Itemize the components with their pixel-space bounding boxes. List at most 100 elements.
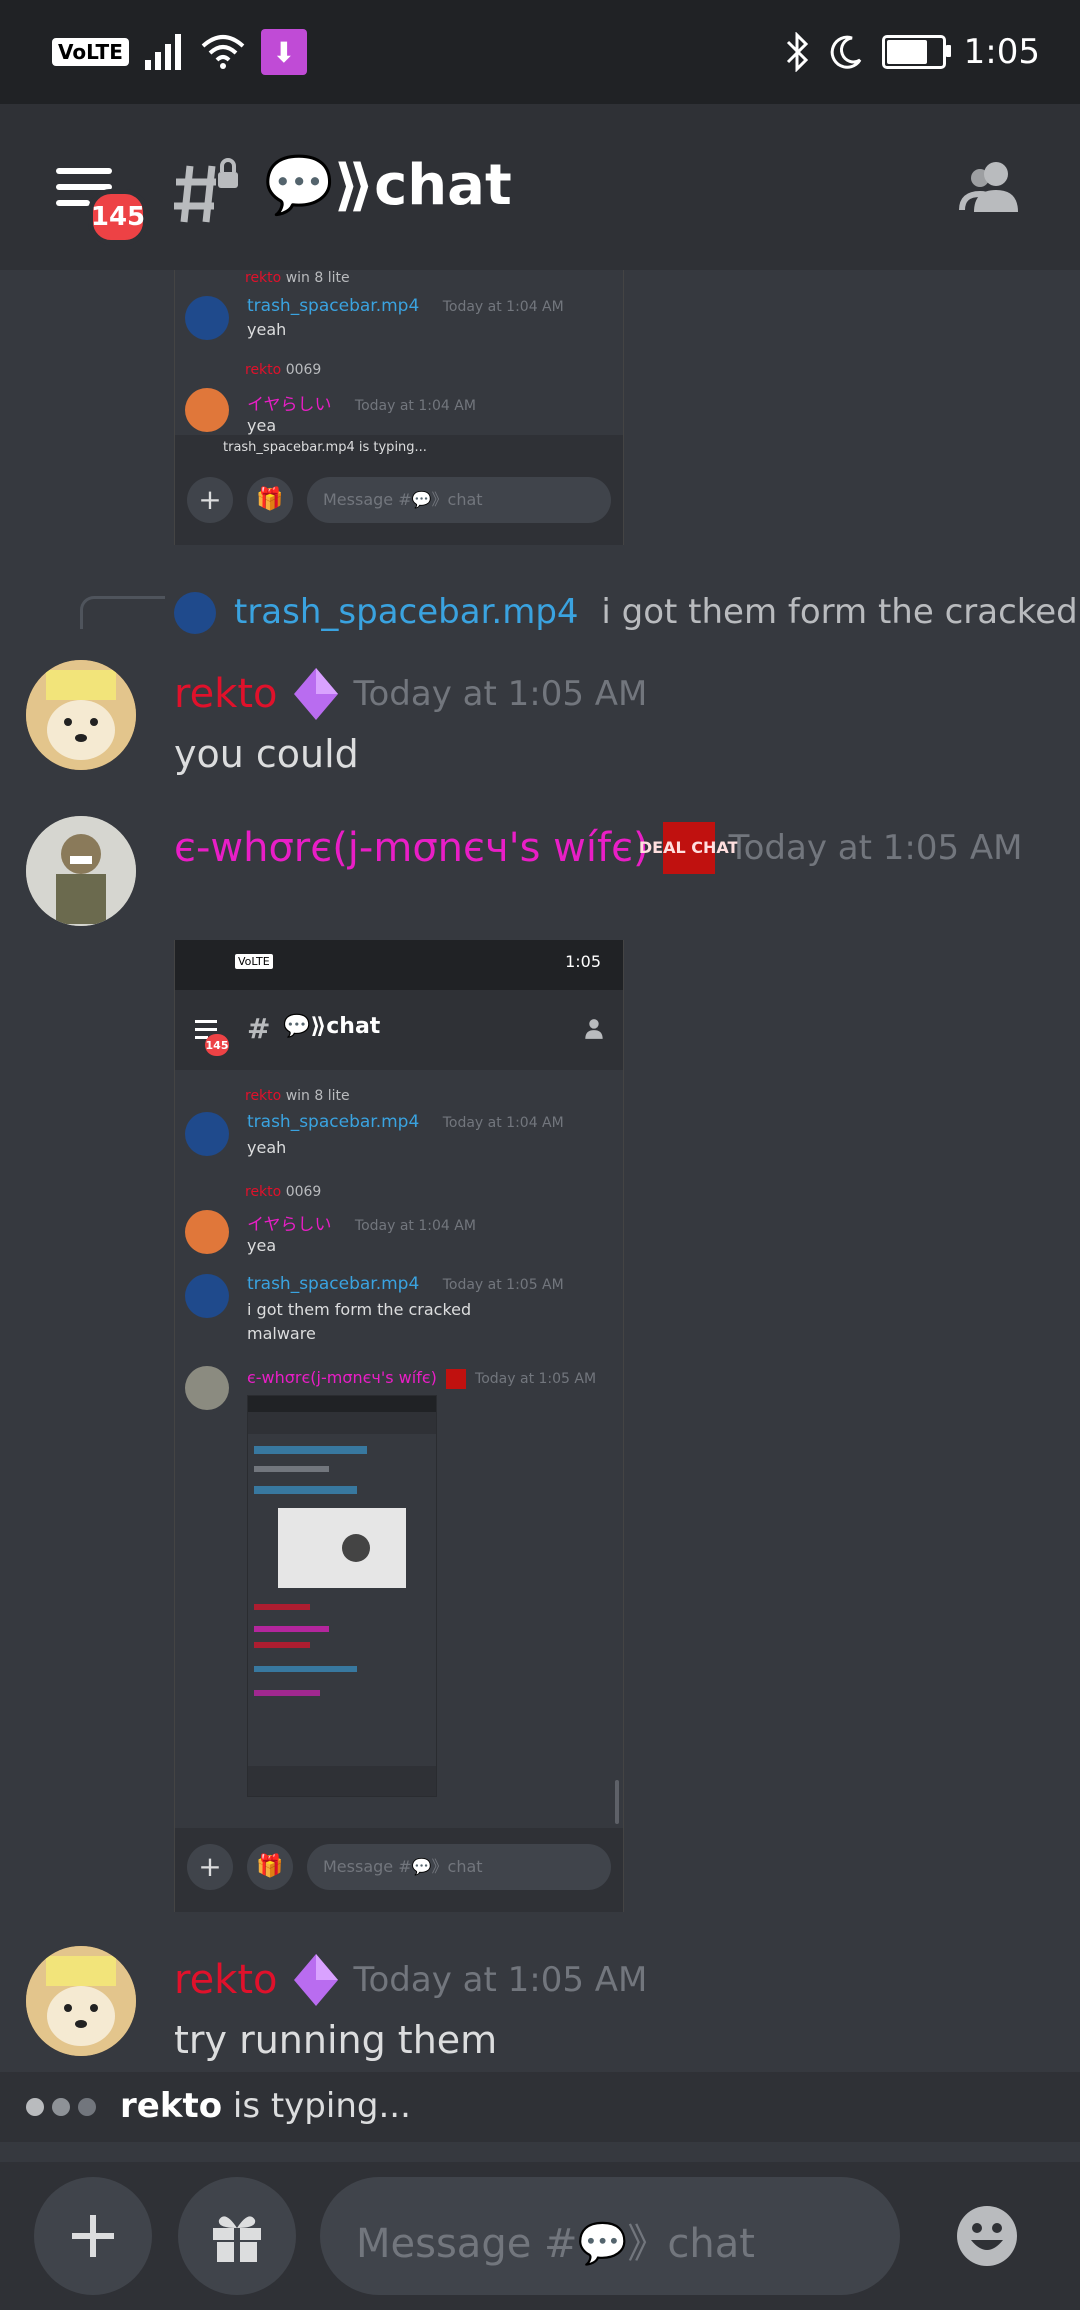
message-input-mini: Message #💬》chat [307,1844,611,1890]
username: trash_spacebar.mp4 [247,1112,420,1132]
message-header: rekto Today at 1:05 AM [174,668,647,720]
message-header: trash_spacebar.mp4 Today at 1:04 AM [247,296,564,316]
mini-status-bar: VoLTE 1:05 [175,940,623,990]
username[interactable]: rekto [174,1957,278,2003]
status-time: 1:05 [963,32,1040,72]
message-text: malware [247,1324,316,1343]
message-text: try running them [174,2018,498,2062]
soldier-avatar-image [26,816,136,926]
avatar[interactable] [26,816,136,926]
role-badge-icon [445,1368,466,1389]
gift-icon: 🎁 [247,1844,293,1890]
timestamp: Today at 1:05 AM [728,828,1023,868]
role-badge-icon: DEAL CHAT [639,822,738,874]
doge-avatar-image [26,660,136,770]
message-header: trash_spacebar.mp4 Today at 1:04 AM [247,1112,564,1132]
crystal-icon [293,1954,338,2006]
mini-title: 💬⟫chat [283,1014,381,1039]
attachment-image-top[interactable]: rekto win 8 lite trash_spacebar.mp4 Toda… [174,270,624,545]
reply-text: win 8 lite [285,270,350,286]
crystal-icon [293,668,338,720]
battery-icon [881,35,951,69]
typing-user: rekto [120,2086,223,2126]
reply-user: rekto [245,1184,282,1200]
mini-header: 145 # 💬⟫chat [175,990,623,1070]
message-text: you could [174,732,359,776]
status-bar: VoLTE ⬇ 1:05 [0,0,1080,104]
reply-username: trash_spacebar.mp4 [234,592,579,632]
username: є-whσrє(j-mσnєч's wífє) [247,1368,437,1387]
avatar[interactable] [26,660,136,770]
timestamp: Today at 1:05 AM [475,1371,597,1387]
reply-user: rekto [245,270,282,286]
message-header: є-whσrє(j-mσnєч's wífє) DEAL CHAT Today … [174,822,1023,874]
members-icon[interactable] [958,154,1024,220]
emoji-icon[interactable] [928,2177,1046,2295]
volte-icon: VoLTE [235,954,273,969]
members-icon [585,1019,603,1039]
reply-text: 0069 [285,1184,322,1200]
mini-time: 1:05 [565,952,601,971]
reply-user: rekto [245,362,282,378]
typing-indicator: trash_spacebar.mp4 is typing... [175,435,623,461]
bluetooth-icon [786,32,808,72]
nested-screenshot-image [247,1395,437,1797]
attachment-image[interactable]: VoLTE 1:05 145 # 💬⟫chat rekto win 8 lite… [174,940,624,1912]
message-text: i got them form the cracked [247,1300,472,1319]
typing-text: rekto is typing... [120,2086,411,2126]
reply-line: rekto win 8 lite [245,270,350,286]
status-left: VoLTE ⬇ [52,26,307,78]
gift-icon[interactable] [178,2177,296,2295]
timestamp: Today at 1:05 AM [353,1960,648,2000]
locked-hash-icon [174,158,238,223]
message-input[interactable]: Message #💬》chat [320,2177,900,2295]
signal-icon [144,34,181,70]
moon-icon [830,35,861,69]
message-text: yea [247,1236,277,1255]
scrollbar-thumb [615,1780,619,1824]
timestamp: Today at 1:05 AM [353,674,648,714]
plus-icon[interactable] [34,2177,152,2295]
status-right: 1:05 [786,26,1040,78]
avatar[interactable] [26,1946,136,2056]
channel-title: 💬⟫chat [264,153,512,218]
avatar [185,388,229,432]
avatar [185,1112,229,1156]
reply-connector [80,596,165,629]
message-header: イヤらしい Today at 1:04 AM [247,1210,476,1235]
reply-user: rekto [245,1088,282,1104]
reply-text: 0069 [285,362,322,378]
username: イヤらしい [247,1215,332,1235]
gift-icon: 🎁 [247,477,293,523]
message-text: yeah [247,320,287,339]
message-input-mini: Message #💬》chat [307,477,611,523]
composer-mini: + 🎁 Message #💬》chat [175,1828,623,1912]
reply-text: i got them form the cracked [601,592,1078,632]
avatar [185,1210,229,1254]
typing-bar: rekto is typing... [0,2072,1080,2142]
reply-line: rekto 0069 [245,1184,321,1200]
channel-header: 145 💬⟫chat [0,104,1080,270]
username: イヤらしい [247,395,332,415]
mention-badge: 145 [88,189,148,245]
reply-line: rekto 0069 [245,362,321,378]
timestamp: Today at 1:04 AM [354,398,476,414]
composer: Message #💬》chat [0,2162,1080,2310]
doge-avatar-image [26,1946,136,2056]
volte-icon: VoLTE [52,38,129,66]
avatar [185,1366,229,1410]
timestamp: Today at 1:04 AM [354,1218,476,1234]
message-text: yea [247,416,277,435]
timestamp: Today at 1:05 AM [442,1277,564,1293]
typing-dots-icon [26,2098,96,2116]
typing-suffix: is typing... [222,2086,411,2126]
username[interactable]: rekto [174,671,278,717]
timestamp: Today at 1:04 AM [442,1115,564,1131]
reply-preview[interactable]: trash_spacebar.mp4 i got them form the c… [234,592,1078,632]
download-icon: ⬇ [260,29,307,75]
username[interactable]: є-whσrє(j-mσnєч's wífє) [174,825,649,871]
composer-mini: + 🎁 Message #💬》chat [175,461,623,545]
reply-text: win 8 lite [285,1088,350,1104]
reply-avatar [174,592,216,634]
message-text: yeah [247,1138,287,1157]
